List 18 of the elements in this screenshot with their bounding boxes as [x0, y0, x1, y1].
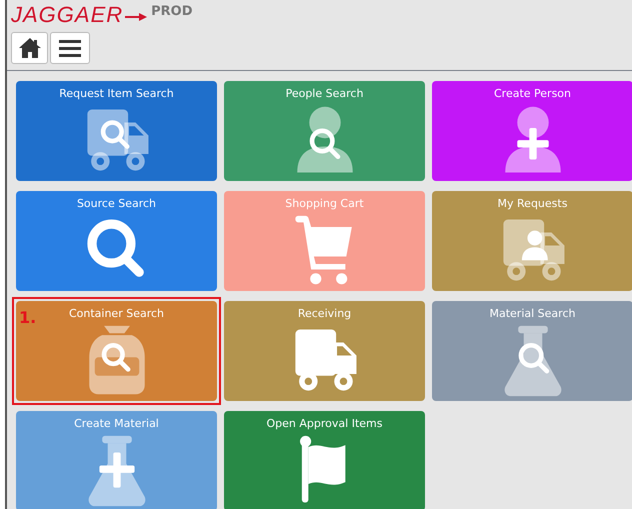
arrow-icon [125, 13, 148, 21]
app-tile[interactable]: Source Search [16, 191, 217, 291]
home-button[interactable] [11, 32, 48, 64]
menu-icon [59, 39, 81, 57]
app-tile[interactable]: My Requests [432, 191, 632, 291]
logo: JAGGAER [11, 4, 124, 26]
environment-label: PROD [151, 4, 193, 19]
app-tile[interactable]: Shopping Cart [224, 191, 425, 291]
menu-button[interactable] [50, 32, 90, 64]
app-tile[interactable]: Receiving [224, 301, 425, 401]
app-tile[interactable]: Create Person [432, 81, 632, 181]
app-tile[interactable]: Open Approval Items [224, 411, 425, 509]
app-tile[interactable]: Request Item Search [16, 81, 217, 181]
app-tile[interactable]: People Search [224, 81, 425, 181]
callout-number: 1. [19, 308, 36, 327]
home-icon [18, 37, 42, 59]
app-tile[interactable]: Material Search [432, 301, 632, 401]
app-tile[interactable]: Create Material [16, 411, 217, 509]
